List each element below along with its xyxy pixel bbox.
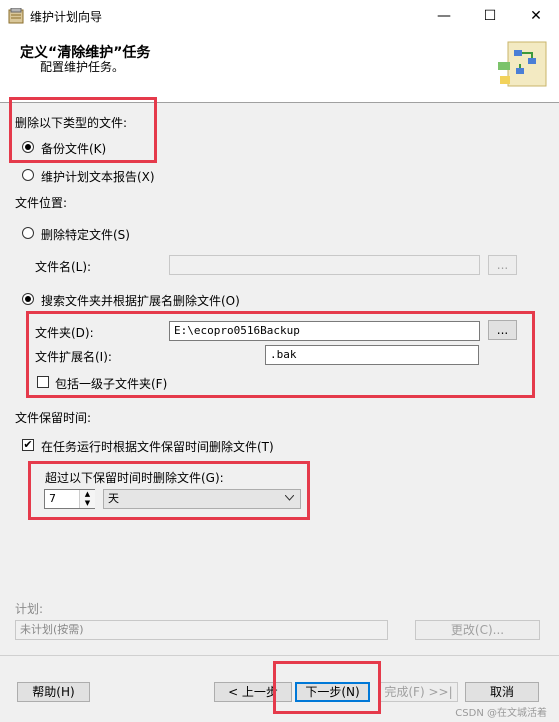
watermark: CSDN @在文城活着 bbox=[455, 708, 547, 719]
page-subtitle: 配置维护任务。 bbox=[40, 60, 125, 74]
retention-checkbox[interactable]: ✔ bbox=[22, 439, 34, 451]
title-bar: 维护计划向导 — ☐ ✕ bbox=[0, 0, 559, 32]
report-files-radio[interactable] bbox=[22, 169, 34, 181]
retention-checkbox-label[interactable]: 在任务运行时根据文件保留时间删除文件(T) bbox=[41, 438, 274, 455]
schedule-input: 未计划(按需) bbox=[15, 620, 388, 640]
window-title: 维护计划向导 bbox=[30, 10, 103, 24]
highlight-next bbox=[273, 661, 381, 714]
finish-button[interactable]: 完成(F) >>| bbox=[379, 682, 458, 702]
wizard-graphic-icon bbox=[498, 41, 547, 87]
help-button[interactable]: 帮助(H) bbox=[17, 682, 90, 702]
wizard-window: 维护计划向导 — ☐ ✕ 定义“清除维护”任务 配置维护任务。 删除以下类型的文… bbox=[0, 0, 559, 722]
highlight-folder-settings bbox=[26, 311, 535, 398]
search-folder-radio[interactable] bbox=[22, 293, 34, 305]
close-icon[interactable]: ✕ bbox=[513, 0, 559, 32]
cancel-button[interactable]: 取消 bbox=[465, 682, 539, 702]
file-location-label: 文件位置: bbox=[15, 196, 68, 210]
filename-label: 文件名(L): bbox=[35, 260, 92, 274]
footer-divider bbox=[0, 655, 559, 656]
delete-specific-file-label[interactable]: 删除特定文件(S) bbox=[41, 226, 130, 243]
filename-browse-button[interactable]: ... bbox=[488, 255, 517, 275]
search-folder-label[interactable]: 搜索文件夹并根据扩展名删除文件(O) bbox=[41, 292, 240, 309]
minimize-icon[interactable]: — bbox=[421, 0, 467, 32]
retention-label: 文件保留时间: bbox=[15, 411, 92, 425]
maximize-icon[interactable]: ☐ bbox=[467, 0, 513, 32]
highlight-delete-type bbox=[9, 97, 157, 163]
highlight-retention bbox=[28, 461, 310, 520]
schedule-label: 计划: bbox=[15, 602, 44, 616]
filename-input[interactable] bbox=[169, 255, 480, 275]
app-icon bbox=[8, 8, 24, 24]
change-schedule-button[interactable]: 更改(C)... bbox=[415, 620, 540, 640]
delete-specific-file-radio[interactable] bbox=[22, 227, 34, 239]
report-files-label[interactable]: 维护计划文本报告(X) bbox=[41, 168, 155, 185]
